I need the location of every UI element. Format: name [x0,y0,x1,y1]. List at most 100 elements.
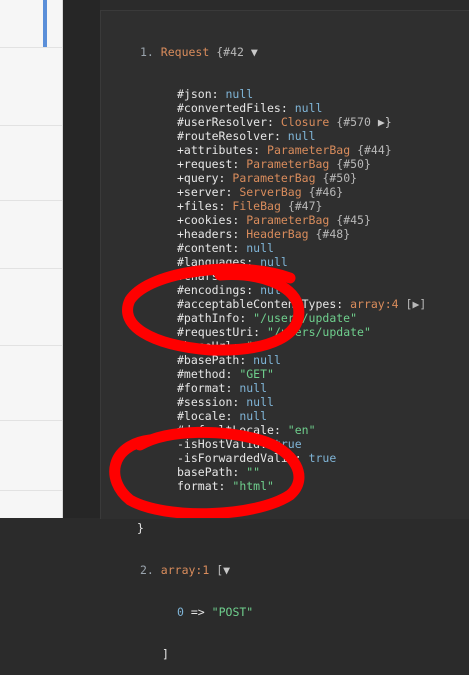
property-key: #session [177,395,233,409]
left-panel [0,0,63,518]
dump-entry-1-header: 1. Request {#42 ▼ [140,45,426,59]
property-value: null [246,395,274,409]
close-bracket: ] [162,647,169,661]
property-value: "/users/update" [267,325,371,339]
property-key: #encodings [177,283,247,297]
property-key: -isForwardedValid [177,451,295,465]
open-bracket: [ [216,563,224,577]
divider [0,490,62,491]
array-item-value: "POST" [211,605,254,619]
property-value: null [239,381,268,395]
property-key: #json [177,87,212,101]
property-value: null [260,283,288,297]
divider [0,125,62,126]
property-value: null [253,353,281,367]
property-value[interactable]: ParameterBag [232,171,315,185]
object-hash: #42 [223,45,244,59]
property-row: +request: ParameterBag {#50} [177,157,371,171]
property-row: basePath: "" [177,465,261,479]
property-value: null [294,101,323,115]
property-value: "" [246,339,261,353]
property-row: #encodings: null [177,283,288,297]
property-key: #convertedFiles [177,101,281,115]
property-key: +server [177,185,226,199]
property-value[interactable]: FileBag [232,199,280,213]
array-item: 0 => "POST" [140,605,426,619]
property-key: #requestUri [177,325,254,339]
object-hash[interactable]: {#47} [288,199,323,213]
property-row: #session: null [177,395,274,409]
property-value[interactable]: array:4 [350,297,398,311]
property-row: #json: null [177,87,254,101]
object-hash[interactable]: {#44} [357,143,392,157]
entry-index: 2. [140,563,154,577]
property-key: #basePath [177,353,240,367]
property-value[interactable]: ParameterBag [246,157,329,171]
property-value[interactable]: ParameterBag [246,213,329,227]
property-row: #defaultLocale: "en" [177,423,316,437]
property-key: format [177,479,219,493]
property-value: null [260,255,288,269]
property-key: #userResolver [177,115,268,129]
property-row: #convertedFiles: null [177,101,323,115]
property-value: "" [246,465,261,479]
property-row: #userResolver: Closure {#570 ▶} [177,115,392,129]
collapse-toggle-icon[interactable]: ▼ [223,563,230,577]
property-value[interactable]: Closure [281,115,329,129]
property-row: +attributes: ParameterBag {#44} [177,143,392,157]
property-value: "en" [287,423,316,437]
property-row: +server: ServerBag {#46} [177,185,344,199]
property-key: #content [177,241,233,255]
property-key: +headers [177,227,233,241]
property-value[interactable]: HeaderBag [246,227,308,241]
property-value: null [225,87,254,101]
property-row: +query: ParameterBag {#50} [177,171,358,185]
divider [0,200,62,201]
object-hash[interactable]: [▶] [406,297,427,311]
divider [0,268,62,269]
property-key: #defaultLocale [177,423,274,437]
property-list: #json: null #convertedFiles: null #userRes… [140,87,426,493]
property-value: "GET" [239,367,274,381]
property-value: null [239,409,268,423]
object-hash[interactable]: {#50} [322,171,357,185]
close-brace: } [137,521,144,535]
property-row: +headers: HeaderBag {#48} [177,227,351,241]
property-row: +cookies: ParameterBag {#45} [177,213,371,227]
class-name[interactable]: Request [161,45,209,59]
property-key: #format [177,381,226,395]
property-row: #locale: null [177,409,268,423]
property-row: #charsets: null [177,269,281,283]
property-row: #content: null [177,241,274,255]
property-value: null [253,269,281,283]
property-value: null [287,129,316,143]
dump-gutter [63,0,100,518]
object-hash[interactable]: {#50} [336,157,371,171]
property-key: #languages [177,255,247,269]
object-hash[interactable]: {#46} [309,185,344,199]
property-value: "html" [232,479,274,493]
property-key: basePath [177,465,233,479]
array-item-key: 0 [177,605,184,619]
object-hash[interactable]: {#48} [316,227,351,241]
property-key: #routeResolver [177,129,274,143]
property-row: #method: "GET" [177,367,274,381]
property-key: +request [177,157,233,171]
property-key: +cookies [177,213,233,227]
object-hash[interactable]: {#570 [336,115,371,129]
property-key: #locale [177,409,226,423]
object-hash[interactable]: {#45} [336,213,371,227]
property-value: true [273,437,302,451]
collapse-toggle-icon[interactable]: ▼ [251,45,258,59]
dump-entry-2-header: 2. array:1 [▼ [140,563,426,577]
property-value[interactable]: ServerBag [239,185,301,199]
property-row: #format: null [177,381,268,395]
array-type[interactable]: array:1 [161,563,209,577]
array-arrow: => [190,605,205,619]
property-row: #acceptableContentTypes: array:4 [▶] [177,297,427,311]
divider [0,345,62,346]
divider [0,420,62,421]
expand-toggle-icon[interactable]: ▶} [378,115,392,129]
property-value[interactable]: ParameterBag [267,143,350,157]
property-key: +files [177,199,219,213]
